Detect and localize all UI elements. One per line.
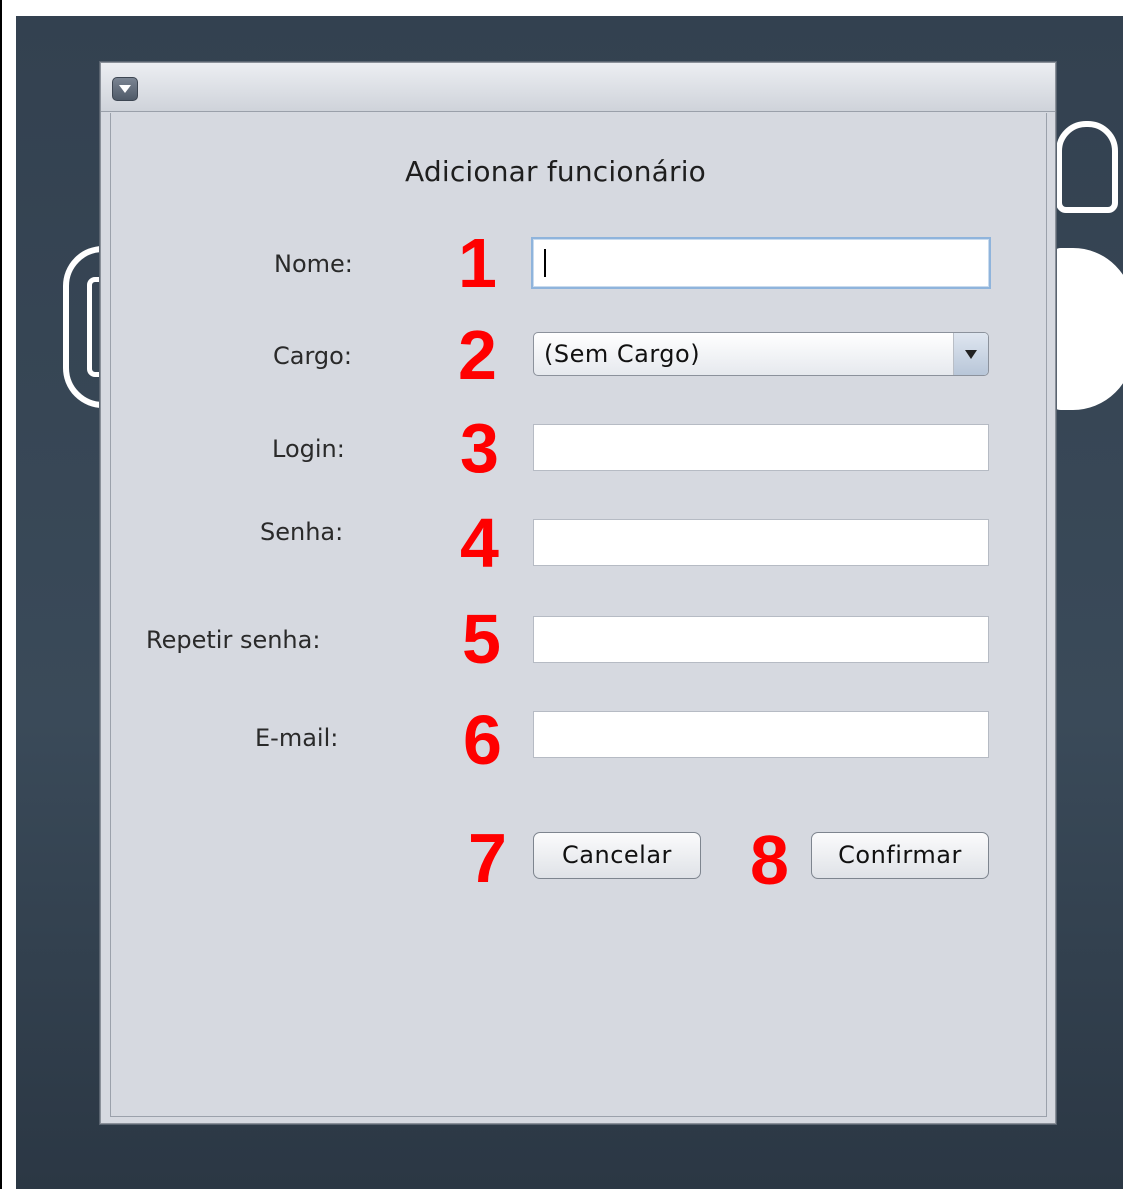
marker-8: 8 bbox=[750, 821, 789, 899]
marker-7: 7 bbox=[468, 819, 507, 897]
dropdown-arrow-icon bbox=[965, 350, 977, 359]
login-input[interactable] bbox=[533, 424, 989, 471]
marker-3: 3 bbox=[460, 409, 499, 487]
background-decoration-right-top bbox=[1056, 121, 1118, 213]
chevron-down-icon bbox=[119, 85, 131, 93]
text-caret bbox=[544, 249, 546, 277]
window-menu-button[interactable] bbox=[112, 77, 138, 101]
nome-input[interactable] bbox=[531, 237, 991, 289]
repetir-senha-input[interactable] bbox=[533, 616, 989, 663]
nome-label: Nome: bbox=[274, 250, 353, 278]
dialog-window bbox=[100, 62, 1056, 1124]
cargo-selected-value: (Sem Cargo) bbox=[544, 340, 701, 368]
marker-4: 4 bbox=[460, 504, 499, 582]
marker-1: 1 bbox=[458, 224, 497, 302]
marker-6: 6 bbox=[463, 701, 502, 779]
login-label: Login: bbox=[272, 435, 345, 463]
cargo-select[interactable]: (Sem Cargo) bbox=[533, 332, 989, 376]
senha-label: Senha: bbox=[260, 518, 344, 546]
confirm-button[interactable]: Confirmar bbox=[811, 832, 989, 879]
senha-input[interactable] bbox=[533, 519, 989, 566]
marker-5: 5 bbox=[462, 600, 501, 678]
window-titlebar[interactable] bbox=[101, 63, 1055, 112]
repetir-senha-label: Repetir senha: bbox=[146, 626, 321, 654]
marker-2: 2 bbox=[458, 316, 497, 394]
background-decoration-right-bottom bbox=[1051, 248, 1123, 410]
email-label: E-mail: bbox=[255, 724, 339, 752]
dialog-title: Adicionar funcionário bbox=[405, 155, 707, 188]
cargo-label: Cargo: bbox=[273, 342, 352, 370]
cancel-button[interactable]: Cancelar bbox=[533, 832, 701, 879]
email-input[interactable] bbox=[533, 711, 989, 758]
combo-arrow-button[interactable] bbox=[953, 333, 988, 375]
